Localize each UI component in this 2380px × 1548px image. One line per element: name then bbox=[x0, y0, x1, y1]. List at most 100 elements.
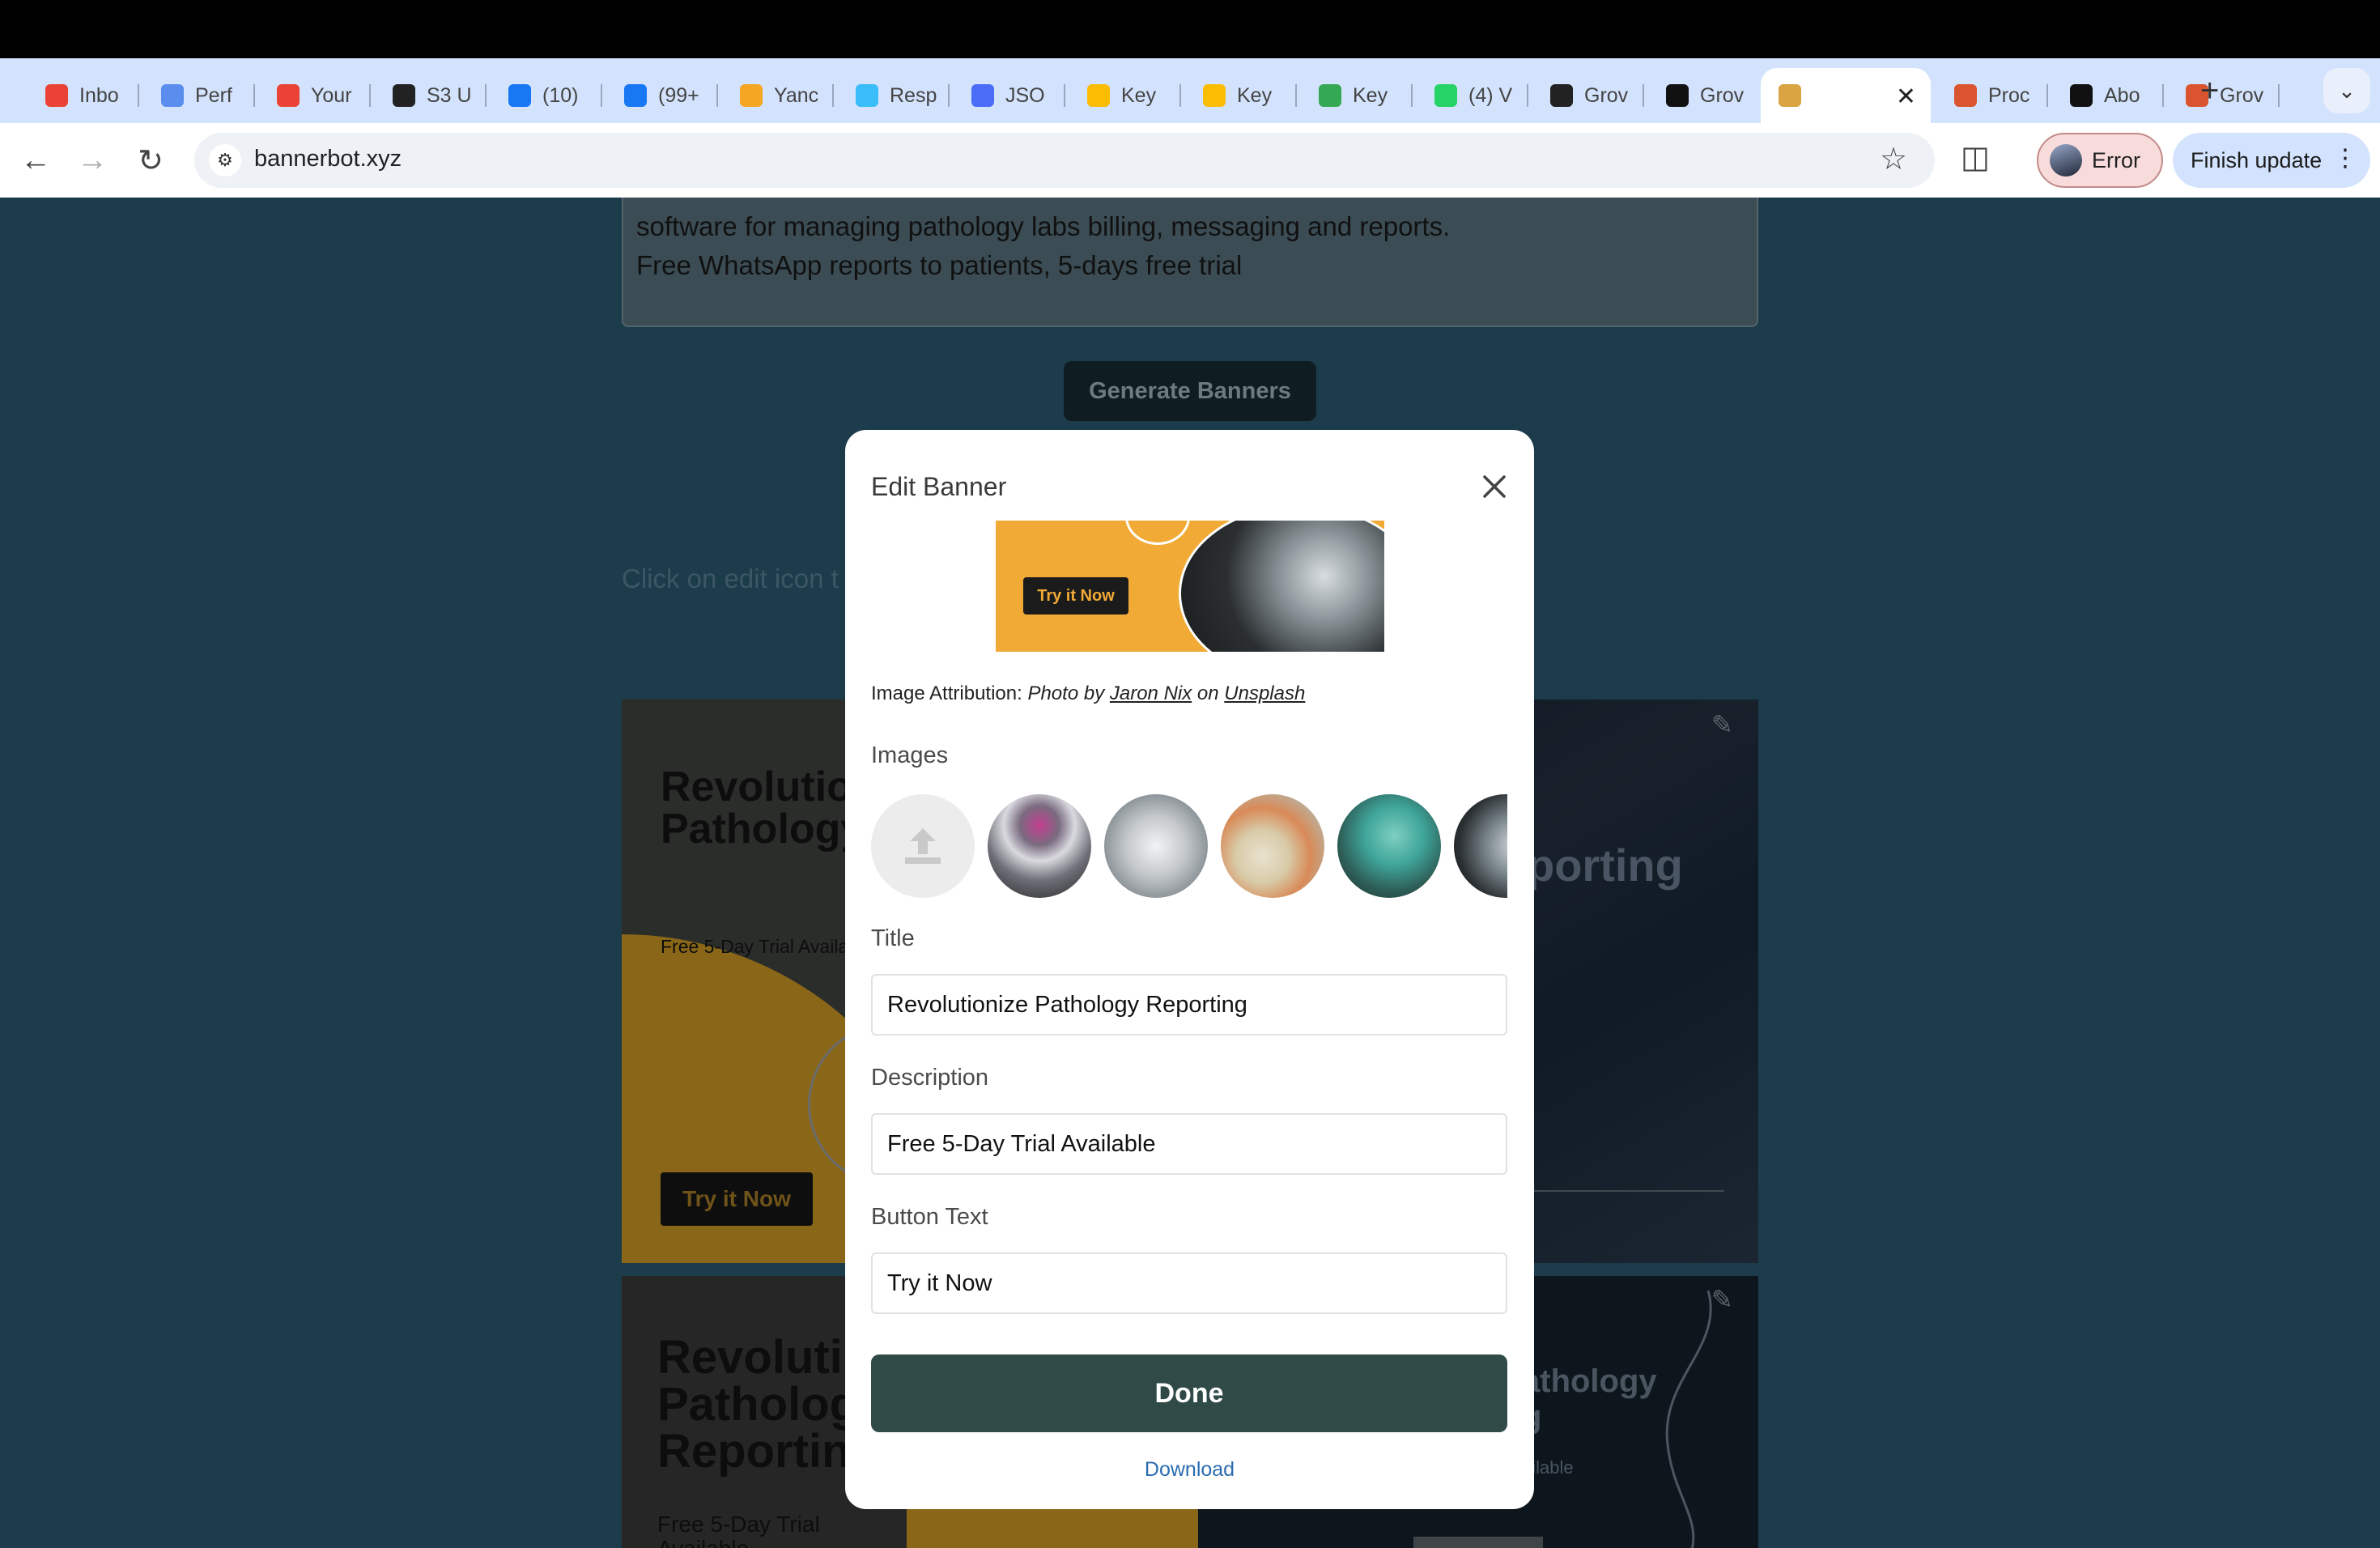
back-button[interactable]: ← bbox=[15, 139, 57, 181]
upload-icon bbox=[905, 828, 941, 864]
tab-title: Proc bbox=[1988, 83, 2030, 107]
description-label: Description bbox=[871, 1065, 989, 1091]
tab-separator bbox=[1643, 84, 1644, 107]
meta-icon bbox=[508, 84, 531, 107]
image-thumb[interactable] bbox=[1104, 794, 1208, 898]
browser-tab[interactable]: (10) bbox=[491, 68, 592, 123]
edit-banner-modal: Edit Banner Try it Now Image Attribution… bbox=[845, 430, 1534, 1509]
url-text[interactable]: bannerbot.xyz bbox=[254, 146, 402, 172]
browser-tab[interactable]: Yanc bbox=[722, 68, 823, 123]
tab-title: (4) V bbox=[1468, 83, 1513, 107]
description-input[interactable]: Free 5-Day Trial Available bbox=[871, 1113, 1507, 1175]
meta-icon bbox=[624, 84, 647, 107]
google-ads-icon bbox=[1203, 84, 1226, 107]
modal-title: Edit Banner bbox=[871, 472, 1007, 501]
edit-pencil-icon[interactable]: ✎ bbox=[1711, 1284, 1733, 1315]
image-thumb[interactable] bbox=[1454, 794, 1507, 898]
prompt-textarea[interactable]: software for managing pathology labs bil… bbox=[622, 198, 1758, 327]
tab-search-button[interactable]: ⌄ bbox=[2323, 68, 2370, 113]
tab-separator bbox=[253, 84, 255, 107]
tab-separator bbox=[601, 84, 602, 107]
browser-tab[interactable]: Resp bbox=[838, 68, 939, 123]
browser-tab[interactable]: JSO bbox=[954, 68, 1055, 123]
image-thumb[interactable] bbox=[1221, 794, 1324, 898]
banner-right-title: porting bbox=[1527, 840, 1683, 891]
tab-separator bbox=[1411, 84, 1413, 107]
button-text-input[interactable]: Try it Now bbox=[871, 1252, 1507, 1314]
tab-separator bbox=[1527, 84, 1528, 107]
tab-separator bbox=[2278, 84, 2280, 107]
title-input[interactable]: Revolutionize Pathology Reporting bbox=[871, 974, 1507, 1036]
app-icon bbox=[1666, 84, 1689, 107]
browser-tab[interactable]: ✕ bbox=[1761, 68, 1931, 123]
browser-tab[interactable]: S3 U bbox=[375, 68, 476, 123]
tab-separator bbox=[832, 84, 834, 107]
browser-tab[interactable]: Your bbox=[259, 68, 360, 123]
banner-divider bbox=[1512, 1190, 1724, 1192]
browser-tab[interactable]: Key bbox=[1069, 68, 1171, 123]
extensions-icon[interactable]: ◫ bbox=[1961, 139, 1990, 176]
chevron-down-icon: ⌄ bbox=[2338, 78, 2356, 103]
attribution-author-link[interactable]: Jaron Nix bbox=[1110, 683, 1192, 704]
bannerbot-icon bbox=[1779, 84, 1801, 107]
attribution-source-link[interactable]: Unsplash bbox=[1224, 683, 1305, 704]
tab-title: Key bbox=[1353, 83, 1388, 107]
tab-title: Key bbox=[1237, 83, 1273, 107]
browser-tab[interactable]: Grov bbox=[1648, 68, 1749, 123]
images-label: Images bbox=[871, 742, 949, 768]
preview-cta-button: Try it Now bbox=[1023, 577, 1128, 615]
profile-error-button[interactable]: Error bbox=[2037, 133, 2163, 188]
browser-tab[interactable]: Key bbox=[1185, 68, 1286, 123]
new-tab-button[interactable]: + bbox=[2200, 73, 2219, 109]
banner-cta-button: Try it Now bbox=[661, 1172, 813, 1226]
download-link[interactable]: Download bbox=[845, 1458, 1534, 1482]
edit-pencil-icon[interactable]: ✎ bbox=[1711, 709, 1733, 740]
banner-title: Revoluti Patholog Reportin bbox=[657, 1331, 859, 1478]
tab-title: Inbo bbox=[79, 83, 119, 107]
forward-button[interactable]: → bbox=[71, 139, 113, 181]
finish-update-button[interactable]: Finish update ⋮ bbox=[2173, 133, 2370, 188]
tab-separator bbox=[138, 84, 139, 107]
close-tab-icon[interactable]: ✕ bbox=[1896, 83, 1916, 111]
tab-separator bbox=[2046, 84, 2048, 107]
analytics-icon bbox=[161, 84, 184, 107]
upload-image-button[interactable] bbox=[871, 794, 975, 898]
generate-banners-button[interactable]: Generate Banners bbox=[1064, 361, 1316, 421]
tab-separator bbox=[2162, 84, 2164, 107]
browser-tab[interactable]: (99+ bbox=[606, 68, 708, 123]
banner-title: Revolutio Pathology bbox=[661, 763, 865, 853]
image-thumb[interactable] bbox=[1337, 794, 1441, 898]
site-settings-icon[interactable]: ⚙ bbox=[209, 144, 241, 176]
preview-photo bbox=[1179, 521, 1384, 652]
back-arrow-icon: ← bbox=[20, 142, 51, 177]
browser-tab[interactable]: (4) V bbox=[1417, 68, 1518, 123]
close-icon[interactable] bbox=[1478, 470, 1511, 503]
browser-tab[interactable]: Proc bbox=[1936, 68, 2038, 123]
profile-status-label: Error bbox=[2092, 147, 2140, 172]
tab-title: JSO bbox=[1005, 83, 1045, 107]
finish-update-label: Finish update bbox=[2191, 147, 2323, 172]
image-picker bbox=[871, 794, 1507, 899]
more-menu-icon[interactable]: ⋮ bbox=[2333, 144, 2357, 172]
tailwind-icon bbox=[856, 84, 878, 107]
image-thumb[interactable] bbox=[988, 794, 1091, 898]
tab-title: Yanc bbox=[774, 83, 819, 107]
reload-button[interactable]: ↻ bbox=[130, 139, 172, 181]
reload-icon: ↻ bbox=[138, 143, 164, 178]
image-attribution: Image Attribution: Photo by Jaron Nix on… bbox=[871, 683, 1305, 705]
gmail-icon bbox=[277, 84, 300, 107]
address-bar[interactable] bbox=[194, 133, 1935, 188]
avatar bbox=[2050, 144, 2082, 176]
tab-title: Grov bbox=[1584, 83, 1629, 107]
producthunt-icon bbox=[1954, 84, 1977, 107]
browser-tab[interactable]: Grov bbox=[1532, 68, 1634, 123]
browser-tab[interactable]: Inbo bbox=[28, 68, 129, 123]
tab-separator bbox=[369, 84, 371, 107]
browser-tab[interactable]: Key bbox=[1301, 68, 1402, 123]
browser-tab[interactable]: Perf bbox=[143, 68, 244, 123]
browser-tab[interactable]: Abo bbox=[2052, 68, 2153, 123]
tab-separator bbox=[1064, 84, 1065, 107]
tab-separator bbox=[948, 84, 950, 107]
done-button[interactable]: Done bbox=[871, 1354, 1507, 1432]
bookmark-star-icon[interactable]: ☆ bbox=[1880, 141, 1907, 177]
